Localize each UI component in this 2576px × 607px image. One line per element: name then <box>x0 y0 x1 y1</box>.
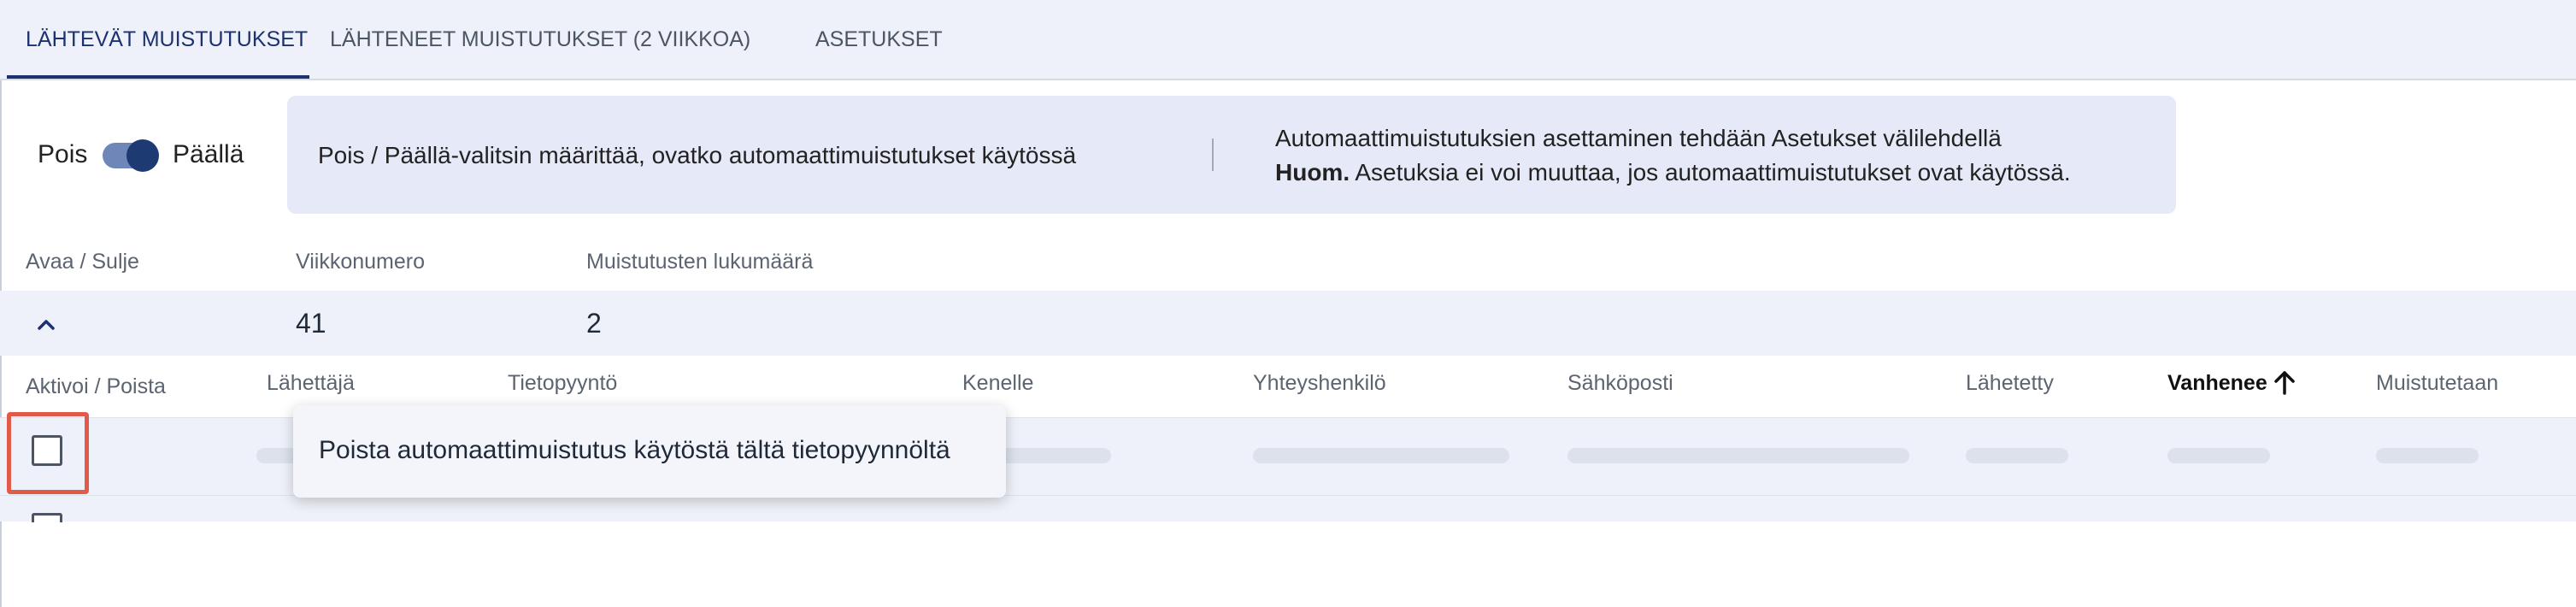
checkbox-highlight <box>7 412 89 494</box>
blurred-cell <box>1966 448 2068 463</box>
tab-bar: LÄHTEVÄT MUISTUTUKSET LÄHTENEET MUISTUTU… <box>0 0 2576 80</box>
info-settings-text: Automaattimuistutuksien asettaminen tehd… <box>1275 125 2002 151</box>
tooltip: Poista automaattimuistutus käytöstä tält… <box>293 405 1006 498</box>
toggle-on-label: Päällä <box>173 140 244 168</box>
reminder-count-value: 2 <box>586 308 602 339</box>
week-group-row[interactable] <box>0 291 2576 356</box>
row-activate-checkbox[interactable] <box>32 513 62 522</box>
col-header-week: Viikkonumero <box>296 250 426 274</box>
info-note-label: Huom. <box>1275 159 1350 186</box>
blurred-cell <box>2167 448 2270 463</box>
blurred-cell <box>1567 448 1909 463</box>
th-request[interactable]: Tietopyyntö <box>508 371 617 396</box>
tooltip-text: Poista automaattimuistutus käytöstä tält… <box>319 436 950 464</box>
col-header-toggle: Avaa / Sulje <box>26 250 139 274</box>
info-divider <box>1212 138 1214 171</box>
th-sent[interactable]: Lähetetty <box>1966 371 2054 396</box>
tab-settings[interactable]: ASETUKSET <box>815 0 943 79</box>
th-activate: Aktivoi / Poista <box>26 374 166 398</box>
th-expires[interactable]: Vanhenee <box>2167 371 2267 396</box>
sort-ascending-arrow-icon[interactable] <box>2273 369 2296 397</box>
toggle-off-label: Pois <box>38 140 88 168</box>
th-recipient[interactable]: Kenelle <box>962 371 1033 396</box>
th-sender[interactable]: Lähettäjä <box>267 371 355 396</box>
tab-outgoing-reminders[interactable]: LÄHTEVÄT MUISTUTUKSET <box>26 0 308 79</box>
tab-sent-reminders[interactable]: LÄHTENEET MUISTUTUKSET (2 VIIKKOA) <box>330 0 750 79</box>
week-number-value: 41 <box>296 308 326 339</box>
info-toggle-text: Pois / Päällä-valitsin määrittää, ovatko… <box>318 142 1077 168</box>
toggle-knob[interactable] <box>126 139 159 172</box>
th-reminded[interactable]: Muistutetaan <box>2376 371 2498 396</box>
chevron-up-icon[interactable] <box>34 316 58 333</box>
th-contact[interactable]: Yhteyshenkilö <box>1253 371 1386 396</box>
blurred-cell <box>1253 448 1509 463</box>
th-email[interactable]: Sähköposti <box>1567 371 1673 396</box>
col-header-count: Muistutusten lukumäärä <box>586 250 814 274</box>
active-tab-indicator <box>7 75 309 79</box>
info-note-body: Asetuksia ei voi muuttaa, jos automaatti… <box>1350 159 2071 186</box>
blurred-cell <box>2376 448 2479 463</box>
info-note-text: Huom. Asetuksia ei voi muuttaa, jos auto… <box>1275 159 2071 186</box>
table-row <box>0 496 2576 522</box>
